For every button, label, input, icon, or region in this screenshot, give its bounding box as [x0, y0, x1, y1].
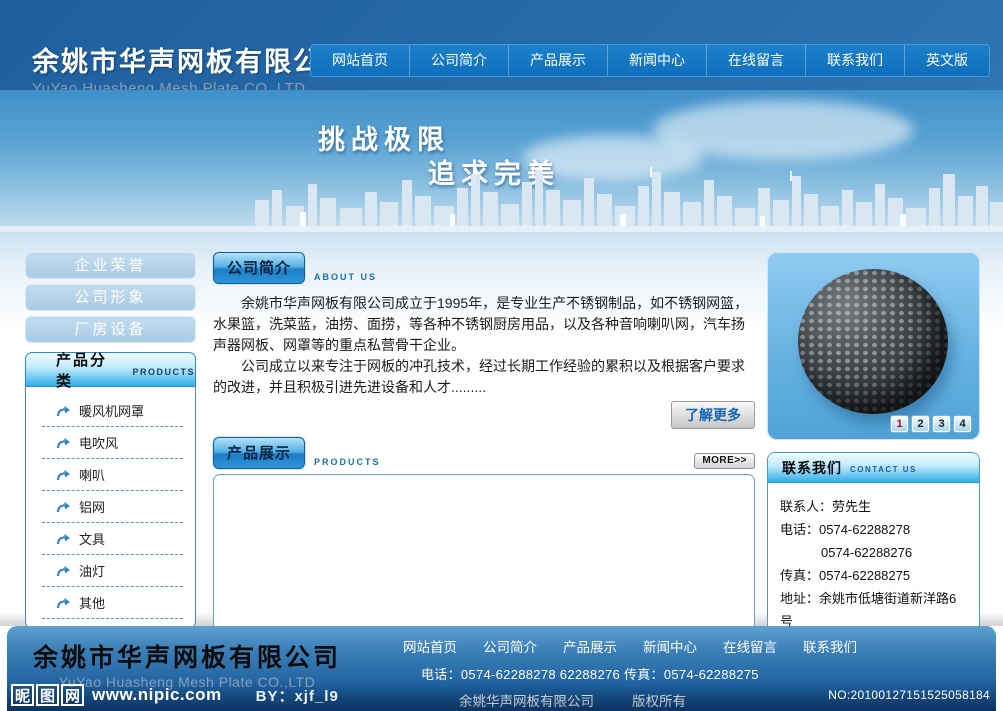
sidebar-button-company-image[interactable]: 公司形象 — [25, 284, 196, 311]
photo-pagination: 1 2 3 4 — [891, 416, 971, 432]
footer-company-name-cn: 余姚市华声网板有限公司 — [33, 638, 341, 674]
category-item-speaker[interactable]: 喇叭 — [42, 459, 183, 491]
category-arrow-icon — [56, 405, 71, 417]
product-categories-list: 暖风机网罩 电吹风 喇叭 铝网 文具 — [25, 386, 196, 630]
nipic-logo-char: 昵 — [11, 684, 34, 706]
products-subtitle: PRODUCTS — [314, 457, 381, 469]
category-label: 暖风机网罩 — [79, 401, 144, 420]
page-button-3[interactable]: 3 — [933, 416, 950, 432]
sidebar-button-factory[interactable]: 厂房设备 — [25, 316, 196, 343]
category-arrow-icon — [56, 437, 71, 449]
sidebar-button-honors[interactable]: 企业荣誉 — [25, 252, 196, 279]
contact-phone-1: 电话：0574-62288278 — [780, 518, 969, 541]
about-paragraph-1: 余姚市华声网板有限公司成立于1995年，是专业生产不锈钢制品，如不锈钢网篮，水果… — [213, 293, 755, 356]
product-categories-subtitle: PRODUCTS — [132, 363, 195, 377]
page: 余姚市华声网板有限公司 YuYao Huasheng Mesh Plate CO… — [0, 0, 1003, 711]
about-subtitle: ABOUT US — [314, 272, 377, 284]
main-column: 公司简介 ABOUT US 余姚市华声网板有限公司成立于1995年，是专业生产不… — [213, 252, 755, 613]
category-arrow-icon — [56, 533, 71, 545]
mesh-dome-product-photo[interactable] — [798, 269, 948, 414]
contact-header: 联系我们 CONTACT US — [768, 453, 979, 483]
category-arrow-icon — [56, 565, 71, 577]
about-section-header: 公司简介 ABOUT US — [213, 252, 755, 284]
category-label: 铝网 — [79, 497, 105, 516]
footer-nav-news[interactable]: 新闻中心 — [643, 636, 697, 656]
about-text: 余姚市华声网板有限公司成立于1995年，是专业生产不锈钢制品，如不锈钢网篮，水果… — [213, 293, 755, 398]
category-arrow-icon — [56, 469, 71, 481]
category-label: 其他 — [79, 593, 105, 612]
product-categories-title: 产品分类 — [56, 349, 123, 391]
contact-fax: 传真：0574-62288275 — [780, 564, 969, 587]
contact-title: 联系我们 — [782, 458, 842, 478]
banner: 挑战极限 追求完美 — [0, 90, 1003, 232]
about-paragraph-2: 公司成立以来专注于网板的冲孔技术，经过长期工作经验的累积以及根据客户要求的改进，… — [213, 356, 755, 398]
sidebar: 企业荣誉 公司形象 厂房设备 产品分类 PRODUCTS 暖风机网罩 电吹风 喇… — [25, 252, 196, 613]
about-more-row: 了解更多 — [213, 401, 755, 429]
category-arrow-icon — [56, 597, 71, 609]
header: 余姚市华声网板有限公司 YuYao Huasheng Mesh Plate CO… — [0, 0, 1003, 90]
footer-nav-products[interactable]: 产品展示 — [563, 636, 617, 656]
watermark-serial-number: NO:20100127151525058184 — [828, 688, 990, 702]
footer-nav-about[interactable]: 公司简介 — [483, 636, 537, 656]
product-photo-panel[interactable]: 1 2 3 4 — [767, 252, 980, 440]
product-categories-header: 产品分类 PRODUCTS — [25, 352, 196, 386]
nipic-logo: 昵 图 网 — [11, 684, 84, 706]
right-column: 1 2 3 4 联系我们 CONTACT US 联系人：劳先生 电话：0574-… — [767, 252, 980, 613]
category-label: 喇叭 — [79, 465, 105, 484]
products-more-button[interactable]: MORE>> — [694, 453, 755, 469]
main-content: 企业荣誉 公司形象 厂房设备 产品分类 PRODUCTS 暖风机网罩 电吹风 喇… — [0, 232, 1003, 613]
category-label: 电吹风 — [79, 433, 118, 452]
products-display-box — [213, 474, 755, 632]
contact-phone-2: 0574-62288276 — [780, 541, 969, 564]
category-item-other[interactable]: 其他 — [42, 587, 183, 619]
page-button-2[interactable]: 2 — [912, 416, 929, 432]
company-name-cn: 余姚市华声网板有限公司 — [32, 40, 351, 79]
category-item-oil-lamp[interactable]: 油灯 — [42, 555, 183, 587]
nipic-logo-char: 图 — [36, 684, 59, 706]
contact-body: 联系人：劳先生 电话：0574-62288278 0574-62288276 传… — [768, 483, 979, 649]
nipic-logo-char: 网 — [61, 684, 84, 706]
products-section-header: 产品展示 PRODUCTS MORE>> — [213, 437, 755, 469]
footer: 余姚市华声网板有限公司 YuYao Huasheng Mesh Plate CO… — [7, 626, 996, 711]
nav-item-home[interactable]: 网站首页 — [311, 45, 410, 76]
about-tab-button[interactable]: 公司简介 — [213, 252, 305, 284]
category-item-hairdryer[interactable]: 电吹风 — [42, 427, 183, 459]
nav-item-about[interactable]: 公司简介 — [410, 45, 509, 76]
nav-item-news[interactable]: 新闻中心 — [608, 45, 707, 76]
main-nav: 网站首页 公司简介 产品展示 新闻中心 在线留言 联系我们 英文版 — [310, 44, 990, 77]
contact-person: 联系人：劳先生 — [780, 495, 969, 518]
category-item-heater-mesh[interactable]: 暖风机网罩 — [42, 395, 183, 427]
category-arrow-icon — [56, 501, 71, 513]
contact-subtitle: CONTACT US — [850, 462, 917, 474]
nav-item-guestbook[interactable]: 在线留言 — [707, 45, 806, 76]
company-logo: 余姚市华声网板有限公司 YuYao Huasheng Mesh Plate CO… — [32, 40, 351, 97]
page-button-4[interactable]: 4 — [954, 416, 971, 432]
category-item-aluminum-mesh[interactable]: 铝网 — [42, 491, 183, 523]
contact-panel: 联系我们 CONTACT US 联系人：劳先生 电话：0574-62288278… — [767, 452, 980, 650]
nav-item-english[interactable]: 英文版 — [905, 45, 989, 76]
nav-item-contact[interactable]: 联系我们 — [806, 45, 905, 76]
page-button-1[interactable]: 1 — [891, 416, 908, 432]
nipic-watermark: 昵 图 网 www.nipic.com BY：xjf_l9 NO:2010012… — [7, 681, 996, 711]
footer-nav-guestbook[interactable]: 在线留言 — [723, 636, 777, 656]
city-skyline-graphic — [0, 162, 1003, 232]
watermark-site-url: www.nipic.com — [92, 685, 222, 705]
category-item-stationery[interactable]: 文具 — [42, 523, 183, 555]
category-label: 文具 — [79, 529, 105, 548]
footer-nav: 网站首页 公司简介 产品展示 新闻中心 在线留言 联系我们 — [403, 636, 857, 656]
nav-item-products[interactable]: 产品展示 — [509, 45, 608, 76]
footer-nav-home[interactable]: 网站首页 — [403, 636, 457, 656]
products-tab-button[interactable]: 产品展示 — [213, 437, 305, 469]
learn-more-button[interactable]: 了解更多 — [671, 401, 755, 429]
watermark-author: BY：xjf_l9 — [256, 685, 339, 706]
footer-nav-contact[interactable]: 联系我们 — [803, 636, 857, 656]
category-label: 油灯 — [79, 561, 105, 580]
